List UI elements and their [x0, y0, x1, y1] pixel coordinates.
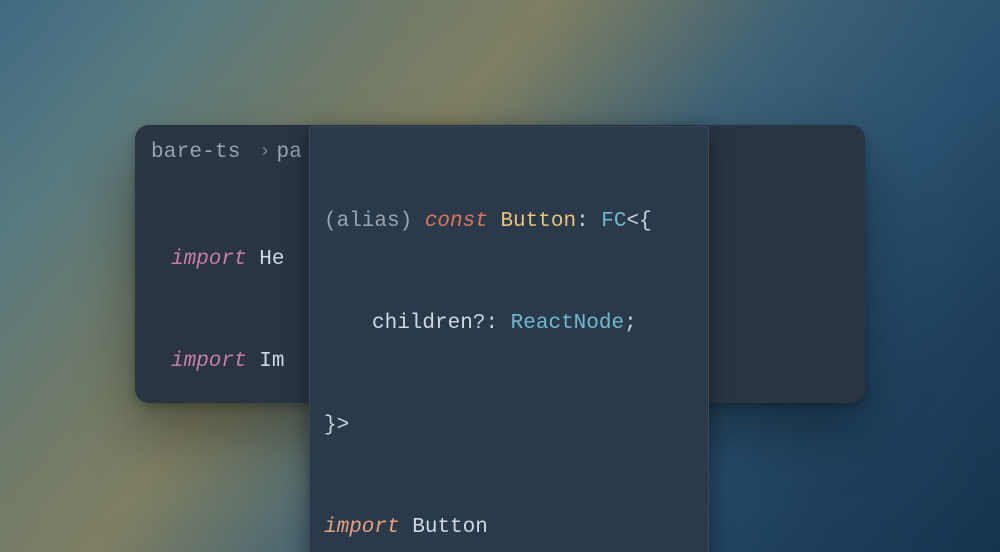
code-text: He [247, 248, 285, 271]
breadcrumb-separator-icon: › [259, 142, 270, 162]
hover-signature-line: }> [324, 409, 694, 443]
hover-origin: import Button [324, 511, 694, 545]
hover-signature-line: children?: ReactNode; [324, 307, 694, 341]
breadcrumb-rest[interactable]: pa [276, 141, 302, 164]
breadcrumb-root[interactable]: bare-ts [151, 141, 241, 164]
breadcrumb[interactable]: bare-ts › pa [151, 141, 302, 164]
hover-tooltip[interactable]: (alias) const Button: FC<{ children?: Re… [309, 126, 709, 552]
keyword-import: import [171, 248, 247, 271]
keyword-import: import [171, 350, 247, 373]
hover-signature: (alias) const Button: FC<{ [324, 205, 694, 239]
code-text: Im [247, 350, 285, 373]
